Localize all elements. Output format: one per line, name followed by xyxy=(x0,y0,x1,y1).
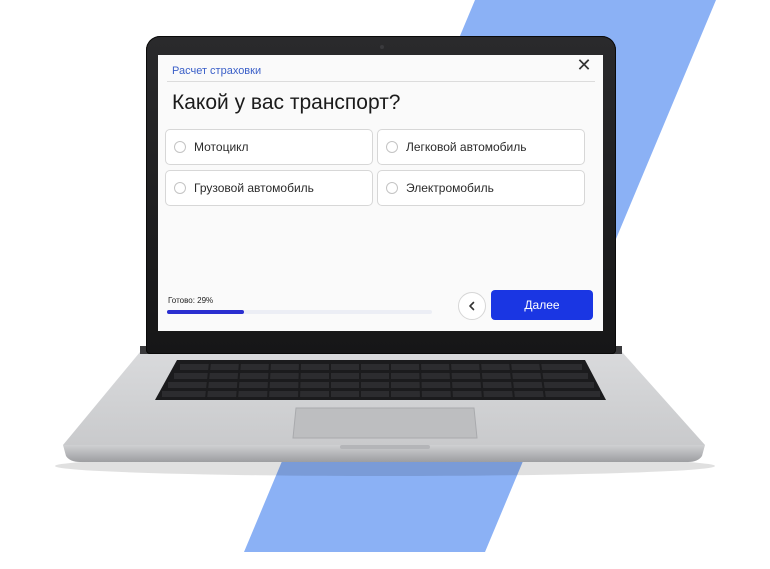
quiz-title: Расчет страховки xyxy=(172,65,262,77)
back-button[interactable] xyxy=(458,292,486,320)
header-divider xyxy=(167,81,595,82)
radio-unchecked-icon[interactable] xyxy=(386,141,398,153)
option-label: Электромобиль xyxy=(406,181,494,195)
radio-unchecked-icon[interactable] xyxy=(174,182,186,194)
laptop-screen: Расчет страховки ✕ Какой у вас транспорт… xyxy=(158,55,603,331)
option-electric-car[interactable]: Электромобиль xyxy=(377,170,585,206)
next-button[interactable]: Далее xyxy=(491,290,593,320)
chevron-left-icon xyxy=(469,301,475,311)
close-icon[interactable]: ✕ xyxy=(575,57,593,75)
option-label: Грузовой автомобиль xyxy=(194,181,314,195)
option-passenger-car[interactable]: Легковой автомобиль xyxy=(377,129,585,165)
progress-bar xyxy=(167,310,432,314)
progress-fill xyxy=(167,310,244,314)
option-label: Мотоцикл xyxy=(194,140,249,154)
option-motorcycle[interactable]: Мотоцикл xyxy=(165,129,373,165)
progress-label: Готово: 29% xyxy=(168,296,214,305)
camera-icon xyxy=(380,45,384,49)
radio-unchecked-icon[interactable] xyxy=(174,141,186,153)
question-heading: Какой у вас транспорт? xyxy=(172,91,401,114)
option-truck[interactable]: Грузовой автомобиль xyxy=(165,170,373,206)
option-label: Легковой автомобиль xyxy=(406,140,527,154)
radio-unchecked-icon[interactable] xyxy=(386,182,398,194)
